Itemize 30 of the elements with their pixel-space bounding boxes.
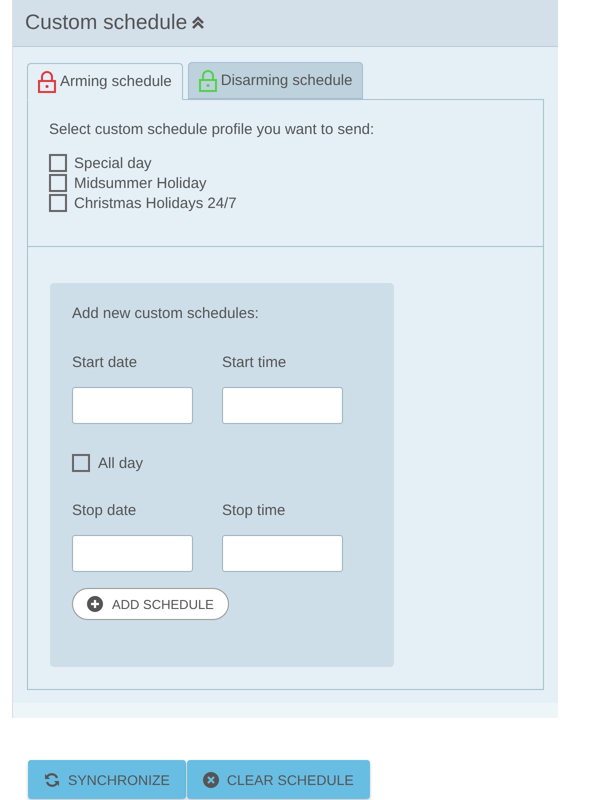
- add-schedule-button[interactable]: ADD SCHEDULE: [72, 588, 229, 620]
- checkbox[interactable]: [49, 194, 67, 212]
- field-label: Stop date: [72, 502, 138, 519]
- action-button[interactable]: CLEAR SCHEDULE: [186, 760, 370, 799]
- padlock-icon: [198, 70, 217, 92]
- field-label: Stop time: [222, 502, 286, 519]
- refresh-icon: [44, 772, 60, 788]
- section-header[interactable]: Custom schedule: [13, 0, 558, 47]
- instruction-text: Select custom schedule profile you want to send:: [49, 121, 376, 138]
- plus-circle-icon: [87, 596, 103, 612]
- field-label: Start date: [72, 354, 138, 371]
- field-label: Start time: [222, 354, 288, 371]
- input-field[interactable]: [222, 535, 343, 572]
- checkbox[interactable]: [72, 454, 90, 472]
- form-title: Add new custom schedules:: [72, 305, 260, 322]
- tab[interactable]: Arming schedule: [27, 63, 183, 100]
- padlock-icon: [38, 70, 56, 92]
- input-field[interactable]: [72, 387, 193, 424]
- checkbox[interactable]: [49, 174, 67, 192]
- checkbox-label: Christmas Holidays 24/7: [74, 194, 237, 212]
- checkbox[interactable]: [49, 154, 67, 172]
- collapse-icon: [191, 16, 206, 30]
- tab[interactable]: Disarming schedule: [188, 62, 364, 99]
- close-circle-icon: [202, 772, 219, 788]
- checkbox-label: All day: [98, 454, 144, 472]
- checkbox-label: Midsummer Holiday: [74, 174, 207, 192]
- input-field[interactable]: [72, 535, 193, 572]
- checkbox-label: Special day: [74, 154, 152, 172]
- input-field[interactable]: [222, 387, 343, 424]
- action-button[interactable]: SYNCHRONIZE: [28, 760, 186, 799]
